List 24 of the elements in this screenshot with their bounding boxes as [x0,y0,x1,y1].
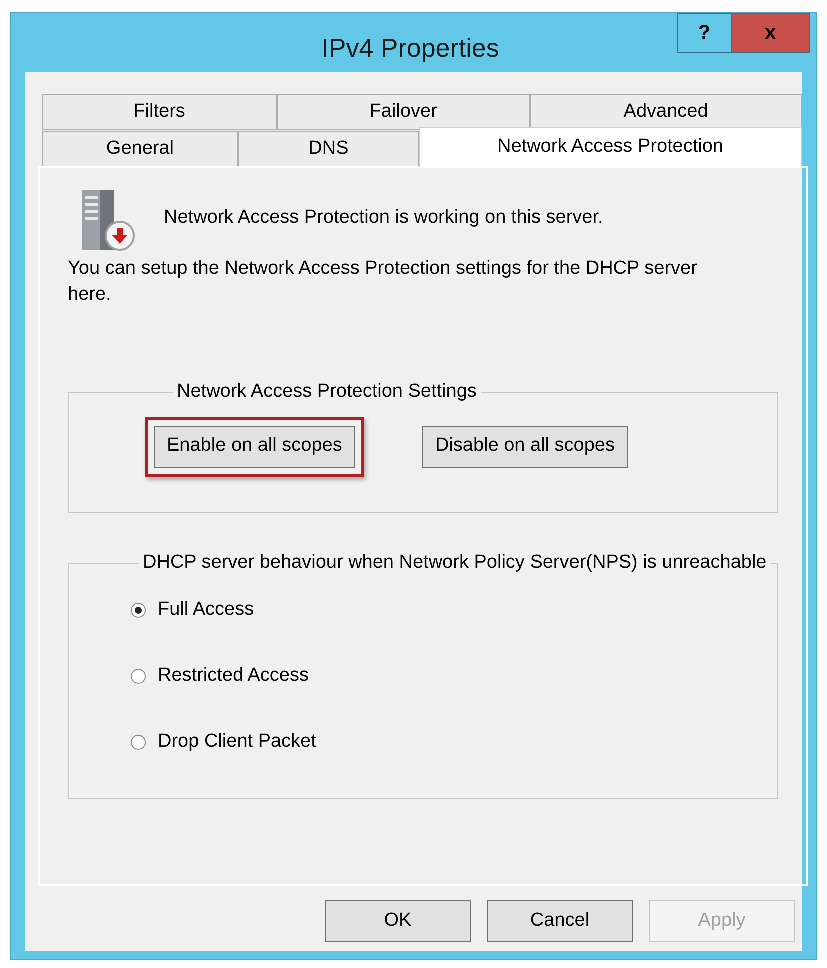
scope-button[interactable]: Disable on all scopes [422,426,628,468]
close-button[interactable]: x [732,13,810,53]
status-message: Network Access Protection is working on this server. [164,206,604,230]
tab[interactable]: DNS [238,131,420,167]
radio-option[interactable]: Drop Client Packet [131,730,777,756]
group-title: Network Access Protection Settings [176,380,478,404]
description-text: You can setup the Network Access Protection settings for the DHCP server here. [68,257,698,307]
group-title: DHCP server behaviour when Network Policy Server(NPS) is unreachable [142,551,768,575]
radio-option[interactable]: Restricted Access [131,664,777,690]
radio-button[interactable] [131,603,146,618]
tab[interactable]: Failover [277,94,530,130]
window-title: IPv4 Properties [322,32,500,65]
help-button[interactable]: ? [677,13,732,53]
tab[interactable]: General [42,131,238,167]
tab[interactable]: Filters [42,94,278,130]
dialog-button[interactable]: OK [325,900,471,942]
tab[interactable]: Network Access Protection [419,127,802,167]
radio-button[interactable] [131,735,146,750]
radio-button[interactable] [131,669,146,684]
tab[interactable]: Advanced [530,94,802,130]
scope-button[interactable]: Enable on all scopes [154,426,356,468]
radio-option[interactable]: Full Access [131,598,777,624]
dialog-button[interactable]: Cancel [487,900,633,942]
server-icon [80,188,136,254]
